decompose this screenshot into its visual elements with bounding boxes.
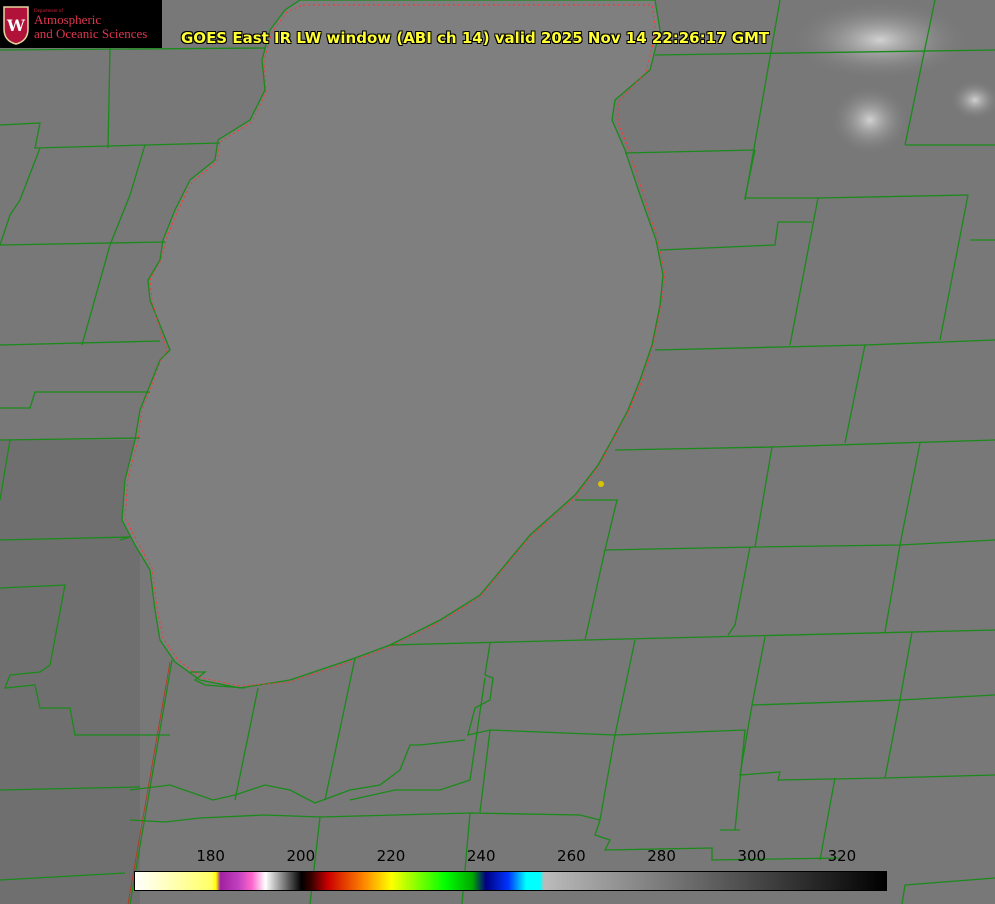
satellite-map: [0, 0, 995, 904]
colorbar-tick-label: 300: [737, 847, 767, 865]
colorbar: [134, 871, 887, 891]
colorbar-tick-label: 240: [466, 847, 496, 865]
colorbar-tick-label: 220: [376, 847, 406, 865]
colorbar-tick-label: 280: [647, 847, 676, 865]
logo-line1: Atmospheric: [34, 12, 102, 27]
image-title: GOES East IR LW window (ABI ch 14) valid…: [181, 29, 770, 47]
university-seal-icon: W: [3, 6, 29, 45]
colorbar-tick-label: 260: [557, 847, 586, 865]
land-west: [0, 440, 140, 904]
colorbar-tick-label: 320: [827, 847, 857, 865]
department-logo: W Department of Atmospheric and Oceanic …: [0, 0, 162, 48]
colorbar-tick-label: 200: [286, 847, 316, 865]
seal-letter: W: [6, 16, 26, 35]
cloud-patch: [790, 0, 970, 80]
logo-line2: and Oceanic Sciences: [34, 26, 148, 41]
colorbar-tick-label: 180: [196, 847, 225, 865]
cloud-patch: [830, 85, 910, 155]
location-marker: [598, 481, 604, 487]
